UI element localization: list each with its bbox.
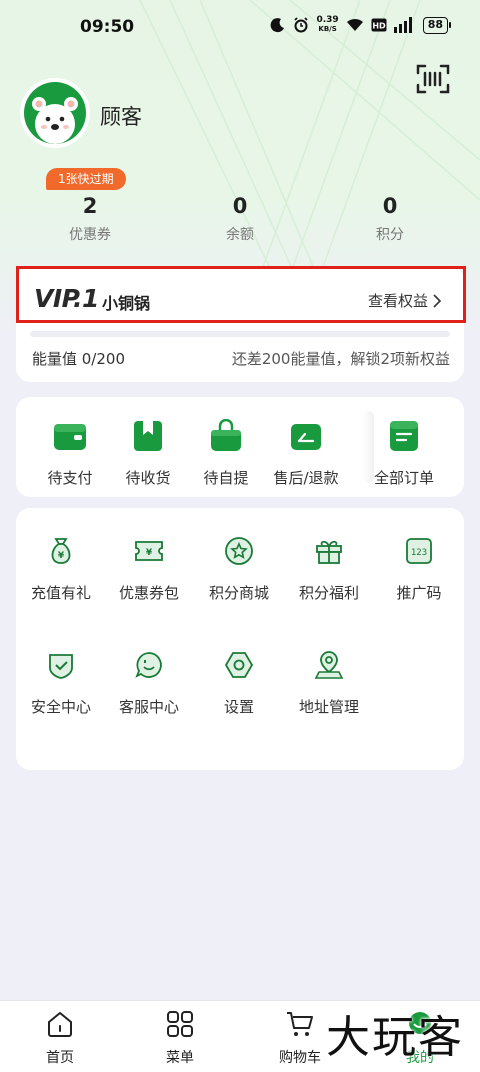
location-icon bbox=[314, 651, 344, 679]
wifi-icon bbox=[346, 18, 363, 31]
tool-label: 安全中心 bbox=[30, 698, 91, 716]
tool-label: 设置 bbox=[223, 698, 254, 716]
stat-coupons[interactable]: 2 优惠券 bbox=[30, 194, 150, 244]
signal-icon bbox=[393, 17, 412, 33]
bear-avatar-icon bbox=[24, 82, 86, 144]
stat-value: 2 bbox=[82, 194, 98, 218]
tool-points-welfare[interactable]: 积分福利 bbox=[284, 536, 374, 603]
order-pending-payment[interactable]: 待支付 bbox=[28, 419, 112, 488]
tool-label: 优惠券包 bbox=[118, 584, 179, 602]
stat-label: 余额 bbox=[226, 227, 254, 243]
tool-recharge[interactable]: ¥ 充值有礼 bbox=[16, 536, 106, 603]
username[interactable]: 顾客 bbox=[100, 101, 142, 131]
battery-indicator: 88 bbox=[422, 16, 452, 34]
stat-points[interactable]: 0 积分 bbox=[330, 194, 450, 244]
wallet-icon bbox=[54, 424, 86, 450]
tool-customer-service[interactable]: 客服中心 bbox=[104, 650, 194, 717]
energy-progress-bar bbox=[30, 331, 450, 337]
tool-coupon-pack[interactable]: ¥ 优惠券包 bbox=[104, 536, 194, 603]
tab-label: 菜单 bbox=[166, 1050, 194, 1066]
order-label: 待支付 bbox=[47, 469, 93, 487]
stat-balance[interactable]: 0 余额 bbox=[180, 194, 300, 244]
tool-label: 充值有礼 bbox=[30, 584, 91, 602]
coupon-icon: ¥ bbox=[135, 541, 163, 561]
vip-highlight-box bbox=[16, 266, 466, 323]
stat-label: 积分 bbox=[376, 227, 404, 243]
tool-address-management[interactable]: 地址管理 bbox=[284, 650, 374, 717]
tool-label: 地址管理 bbox=[298, 698, 359, 716]
order-list-icon bbox=[390, 421, 418, 451]
tool-points-mall[interactable]: 积分商城 bbox=[194, 536, 284, 603]
svg-text:¥: ¥ bbox=[58, 551, 65, 561]
star-icon bbox=[225, 537, 253, 565]
energy-value: 能量值 0/200 bbox=[32, 350, 125, 368]
avatar[interactable] bbox=[20, 78, 90, 148]
package-icon bbox=[134, 421, 162, 451]
tab-label: 首页 bbox=[46, 1050, 74, 1066]
cart-icon bbox=[287, 1012, 313, 1036]
tool-settings[interactable]: 设置 bbox=[194, 650, 284, 717]
svg-text:¥: ¥ bbox=[146, 548, 153, 558]
tool-label: 积分商城 bbox=[208, 584, 269, 602]
order-label: 待收货 bbox=[125, 469, 171, 487]
order-label: 售后/退款 bbox=[273, 469, 339, 487]
status-bar: 09:50 0.39 KB/S HD 88 bbox=[0, 0, 480, 56]
tool-promo-code[interactable]: 123 推广码 bbox=[374, 536, 464, 603]
tab-menu[interactable]: 菜单 bbox=[135, 1009, 225, 1067]
barcode-scan-icon[interactable] bbox=[416, 64, 450, 94]
shopping-bag-icon bbox=[211, 418, 241, 451]
shield-icon bbox=[49, 654, 73, 679]
order-all[interactable]: 全部订单 bbox=[362, 419, 446, 488]
promo-code-icon: 123 bbox=[406, 538, 432, 564]
moon-icon bbox=[271, 18, 285, 33]
network-speed: 0.39 KB/S bbox=[316, 15, 339, 34]
stat-label: 优惠券 bbox=[69, 227, 111, 243]
gift-icon bbox=[316, 540, 342, 564]
svg-text:HD: HD bbox=[372, 22, 386, 31]
tab-home[interactable]: 首页 bbox=[15, 1009, 105, 1067]
energy-tip: 还差200能量值，解锁2项新权益 bbox=[231, 350, 450, 368]
refund-icon bbox=[291, 424, 321, 450]
hd-icon: HD bbox=[371, 18, 387, 32]
order-pending-receipt[interactable]: 待收货 bbox=[106, 419, 190, 488]
tool-label: 积分福利 bbox=[298, 584, 359, 602]
services-card: ¥ 充值有礼 ¥ 优惠券包 积分商城 积分福利 123 推广码 安全中心 客服中… bbox=[16, 508, 464, 770]
home-icon bbox=[48, 1012, 72, 1037]
chat-icon bbox=[135, 652, 162, 678]
settings-icon bbox=[224, 652, 254, 678]
alarm-icon bbox=[294, 17, 309, 33]
order-pending-pickup[interactable]: 待自提 bbox=[184, 418, 268, 488]
menu-grid-icon bbox=[167, 1011, 193, 1037]
coupon-expiring-badge: 1张快过期 bbox=[46, 168, 126, 190]
svg-text:123: 123 bbox=[411, 548, 427, 558]
status-icons: 0.39 KB/S HD 88 bbox=[270, 15, 452, 34]
order-label: 全部订单 bbox=[373, 469, 434, 487]
orders-card: 待支付 待收货 待自提 售后/退款 全部订单 bbox=[16, 397, 464, 497]
stat-value: 0 bbox=[382, 194, 398, 218]
tool-label: 客服中心 bbox=[118, 698, 179, 716]
tool-label: 推广码 bbox=[396, 584, 442, 602]
tool-security-center[interactable]: 安全中心 bbox=[16, 650, 106, 717]
order-label: 待自提 bbox=[203, 469, 249, 487]
status-time: 09:50 bbox=[80, 17, 135, 37]
order-refund[interactable]: 售后/退款 bbox=[264, 419, 348, 488]
stat-value: 0 bbox=[232, 194, 248, 218]
money-bag-icon: ¥ bbox=[51, 538, 71, 564]
watermark-text: 大玩客 bbox=[326, 1012, 464, 1063]
